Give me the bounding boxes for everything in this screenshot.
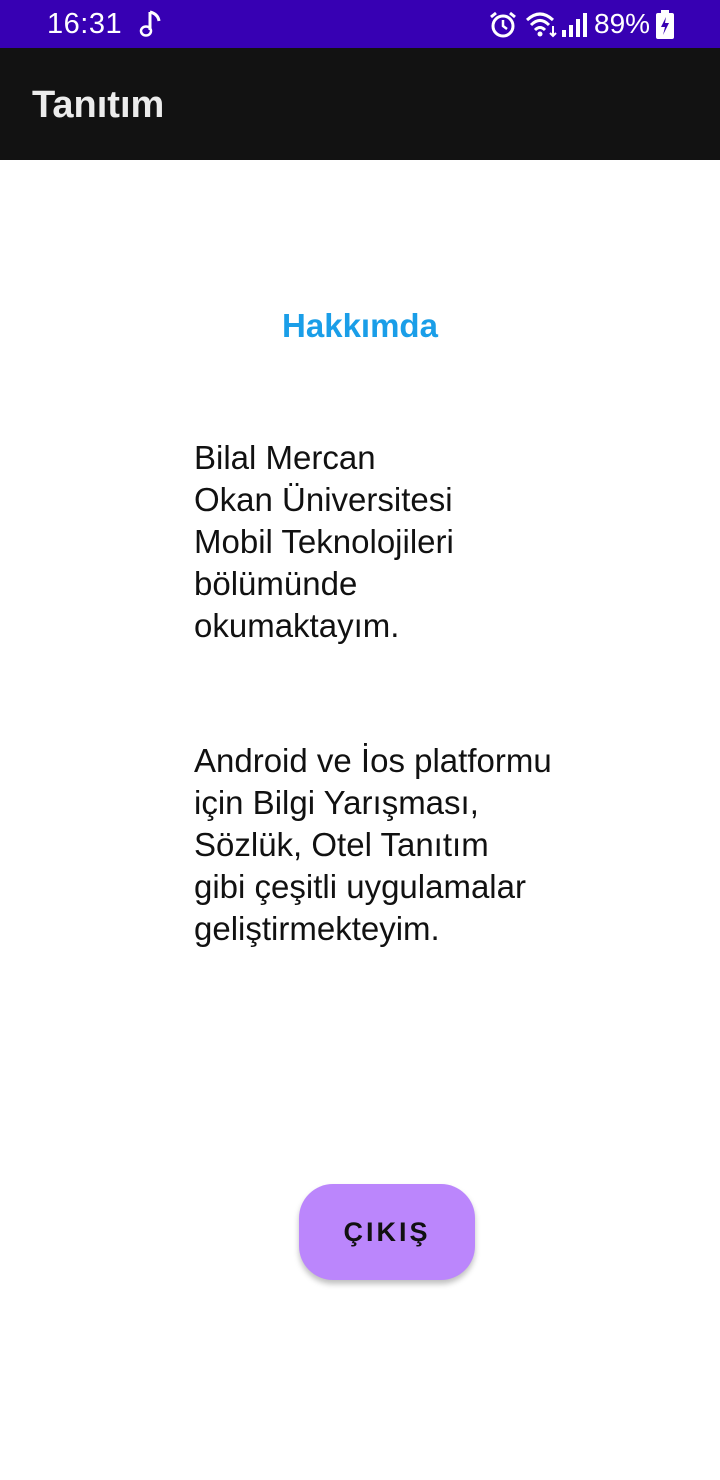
battery-percentage: 89% bbox=[594, 8, 651, 39]
alarm-icon bbox=[488, 10, 518, 40]
about-heading: Hakkımda bbox=[282, 307, 438, 344]
battery-charging-icon bbox=[655, 10, 675, 40]
status-time: 16:31 bbox=[47, 8, 123, 40]
status-bar: 16:31 89% bbox=[0, 0, 720, 48]
intro-text: Bilal Mercan Okan Üniversitesi Mobil Tek… bbox=[194, 439, 454, 644]
app-bar: Tanıtım bbox=[0, 48, 720, 160]
signal-icon bbox=[561, 12, 587, 38]
app-title: Tanıtım bbox=[32, 84, 165, 126]
exit-button[interactable]: ÇIKIŞ bbox=[299, 1184, 475, 1280]
music-note-icon bbox=[138, 8, 162, 40]
skills-text: Android ve İos platformu için Bilgi Yarı… bbox=[194, 742, 552, 947]
wifi-icon bbox=[524, 9, 560, 39]
